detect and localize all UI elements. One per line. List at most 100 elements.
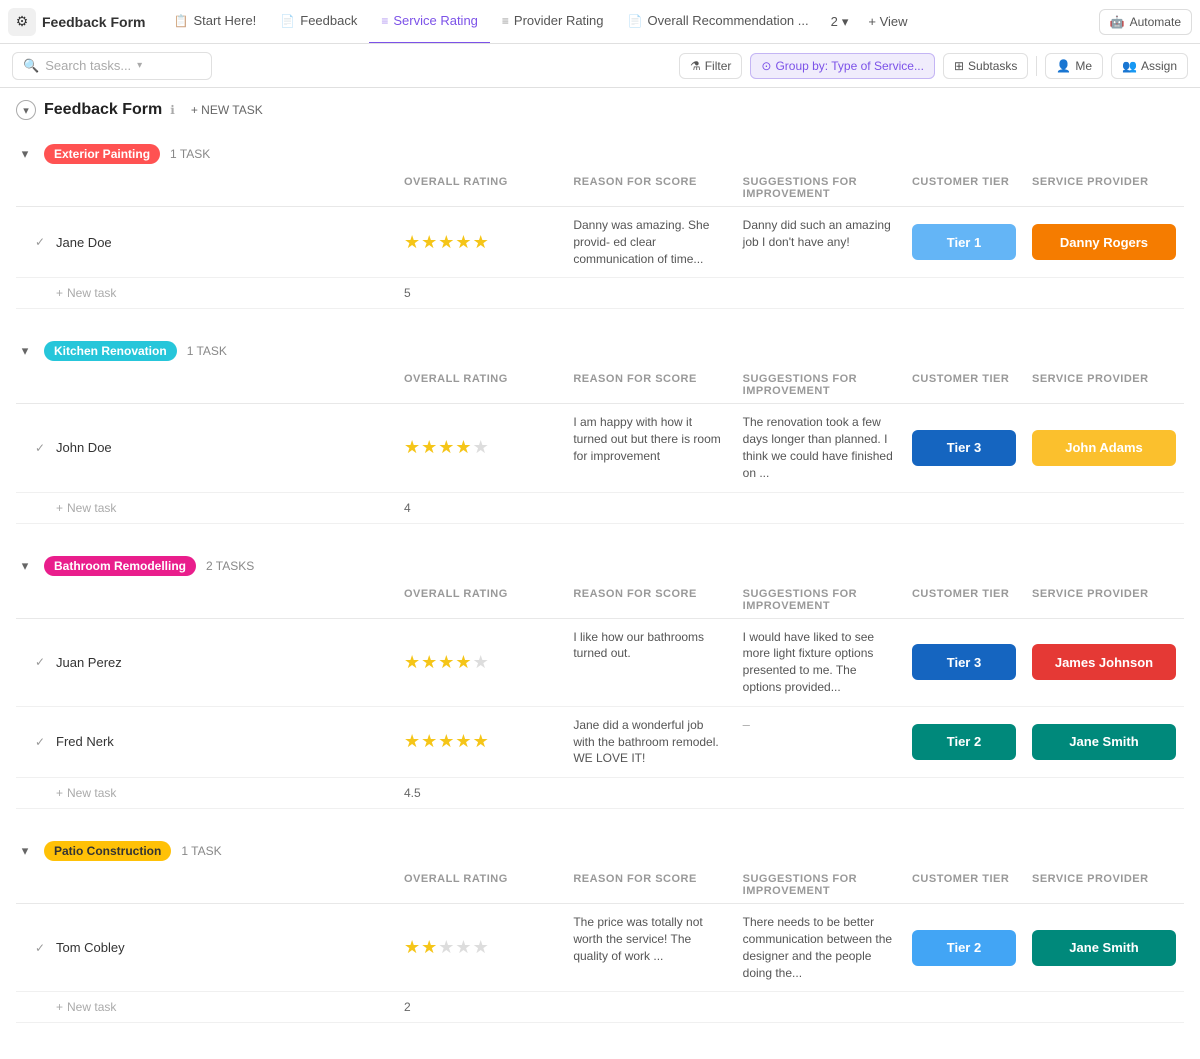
search-box[interactable]: 🔍 Search tasks... ▾ [12, 52, 212, 80]
new-task-header-button[interactable]: + NEW TASK [183, 100, 271, 120]
star-2: ★ [421, 652, 437, 673]
reason-text: The price was totally not worth the serv… [573, 914, 726, 964]
tier-cell: Tier 3 [904, 619, 1024, 706]
star-rating: ★★★★★ [404, 731, 489, 752]
plus-icon: + [56, 1000, 63, 1014]
new-task-row-bathroom-remodelling[interactable]: + New task [16, 778, 396, 808]
star-4: ★ [455, 232, 471, 253]
group-header-kitchen-renovation: ▾ Kitchen Renovation 1 TASK [16, 333, 1184, 367]
task-row-bathroom-remodelling-0: ✓ Juan Perez ★★★★★ I like how our bathro… [16, 619, 1184, 707]
task-name: John Doe [56, 440, 112, 455]
star-rating: ★★★★★ [404, 437, 489, 458]
assign-icon: 👥 [1122, 59, 1137, 73]
toolbar: 🔍 Search tasks... ▾ ⚗ Filter ⊙ Group by:… [0, 44, 1200, 88]
app-icon: ⚙ [8, 8, 36, 36]
col-customer-tier: CUSTOMER TIER [904, 367, 1024, 403]
star-5: ★ [473, 437, 489, 458]
new-task-row-kitchen-renovation[interactable]: + New task [16, 493, 396, 523]
main-content: ▾ Feedback Form ℹ + NEW TASK ▾ Exterior … [0, 88, 1200, 1059]
star-rating: ★★★★★ [404, 232, 489, 253]
group-header-patio-construction: ▾ Patio Construction 1 TASK [16, 833, 1184, 867]
group-task-count-exterior-painting: 1 TASK [170, 147, 210, 161]
suggestion-cell: I would have liked to see more light fix… [735, 619, 904, 706]
top-nav: ⚙ Feedback Form 📋 Start Here! 📄 Feedback… [0, 0, 1200, 44]
add-view-button[interactable]: + View [858, 0, 917, 44]
tab-start-here[interactable]: 📋 Start Here! [161, 0, 268, 44]
tab-service-rating[interactable]: ≡ Service Rating [369, 0, 490, 44]
nav-more-button[interactable]: 2 ▾ [821, 0, 859, 44]
feedback-icon: 📄 [280, 14, 295, 28]
col-customer-tier: CUSTOMER TIER [904, 170, 1024, 206]
suggestion-text: There needs to be better communication b… [743, 914, 896, 981]
task-name: Tom Cobley [56, 940, 125, 955]
star-3: ★ [438, 652, 454, 673]
star-4: ★ [455, 937, 471, 958]
me-button[interactable]: 👤 Me [1045, 53, 1103, 79]
star-1: ★ [404, 437, 420, 458]
col-service-provider: SERVICE PROVIDER [1024, 867, 1184, 903]
assign-button[interactable]: 👥 Assign [1111, 53, 1188, 79]
reason-cell: Danny was amazing. She provid- ed clear … [565, 207, 734, 277]
tier-cell: Tier 1 [904, 207, 1024, 277]
new-task-row-exterior-painting[interactable]: + New task [16, 278, 396, 308]
automate-button[interactable]: 🤖 Automate [1099, 9, 1192, 35]
search-icon: 🔍 [23, 58, 39, 74]
col-task [16, 867, 396, 903]
new-task-label: New task [67, 1000, 116, 1014]
filter-button[interactable]: ⚗ Filter [679, 53, 742, 79]
col-overall-rating: OVERALL RATING [396, 367, 565, 403]
group-collapse-bathroom-remodelling[interactable]: ▾ [16, 557, 34, 575]
me-icon: 👤 [1056, 59, 1071, 73]
suggestion-text: The renovation took a few days longer th… [743, 414, 896, 481]
group-collapse-exterior-painting[interactable]: ▾ [16, 145, 34, 163]
suggestion-cell: The renovation took a few days longer th… [735, 404, 904, 491]
groups-container: ▾ Exterior Painting 1 TASK OVERALL RATIN… [16, 136, 1184, 1023]
group-task-count-kitchen-renovation: 1 TASK [187, 344, 227, 358]
provider-cell: Jane Smith [1024, 707, 1184, 777]
page-title: Feedback Form [44, 101, 162, 119]
task-name-cell: ✓ Tom Cobley [16, 904, 396, 991]
page-collapse-button[interactable]: ▾ [16, 100, 36, 120]
suggestion-text: Danny did such an amazing job I don't ha… [743, 217, 896, 251]
star-2: ★ [421, 937, 437, 958]
group-by-button[interactable]: ⊙ Group by: Type of Service... [750, 53, 935, 79]
group-collapse-kitchen-renovation[interactable]: ▾ [16, 342, 34, 360]
new-task-row-patio-construction[interactable]: + New task [16, 992, 396, 1022]
star-5: ★ [473, 731, 489, 752]
star-3: ★ [438, 731, 454, 752]
group-bathroom-remodelling: ▾ Bathroom Remodelling 2 TASKS OVERALL R… [16, 548, 1184, 810]
suggestion-cell: – [735, 707, 904, 777]
suggestion-cell: Danny did such an amazing job I don't ha… [735, 207, 904, 277]
page-info-icon[interactable]: ℹ [170, 103, 175, 117]
col-overall-rating: OVERALL RATING [396, 582, 565, 618]
provider-cell: Danny Rogers [1024, 207, 1184, 277]
new-task-label: New task [67, 501, 116, 515]
search-dropdown-icon[interactable]: ▾ [137, 60, 142, 71]
tier-badge: Tier 1 [912, 224, 1016, 260]
col-overall-rating: OVERALL RATING [396, 170, 565, 206]
toolbar-separator [1036, 56, 1037, 76]
col-service-provider: SERVICE PROVIDER [1024, 582, 1184, 618]
col-service-provider: SERVICE PROVIDER [1024, 170, 1184, 206]
stars-cell: ★★★★★ [396, 904, 565, 991]
col-task [16, 582, 396, 618]
group-task-count-patio-construction: 1 TASK [181, 844, 221, 858]
col-reason: REASON FOR SCORE [565, 367, 734, 403]
stars-cell: ★★★★★ [396, 207, 565, 277]
group-header-bathroom-remodelling: ▾ Bathroom Remodelling 2 TASKS [16, 548, 1184, 582]
check-icon: ✓ [32, 440, 48, 456]
tab-overall-recommendation[interactable]: 📄 Overall Recommendation ... [616, 0, 821, 44]
tab-feedback[interactable]: 📄 Feedback [268, 0, 369, 44]
chevron-down-icon: ▾ [842, 14, 849, 30]
col-headers-patio-construction: OVERALL RATING REASON FOR SCORE SUGGESTI… [16, 867, 1184, 904]
group-collapse-patio-construction[interactable]: ▾ [16, 842, 34, 860]
tab-provider-rating[interactable]: ≡ Provider Rating [490, 0, 616, 44]
task-name-cell: ✓ John Doe [16, 404, 396, 491]
subtasks-button[interactable]: ⊞ Subtasks [943, 53, 1028, 79]
col-customer-tier: CUSTOMER TIER [904, 582, 1024, 618]
provider-badge: John Adams [1032, 430, 1176, 466]
new-task-label: New task [67, 786, 116, 800]
reason-cell: Jane did a wonderful job with the bathro… [565, 707, 734, 777]
tier-cell: Tier 2 [904, 904, 1024, 991]
task-name: Juan Perez [56, 655, 122, 670]
